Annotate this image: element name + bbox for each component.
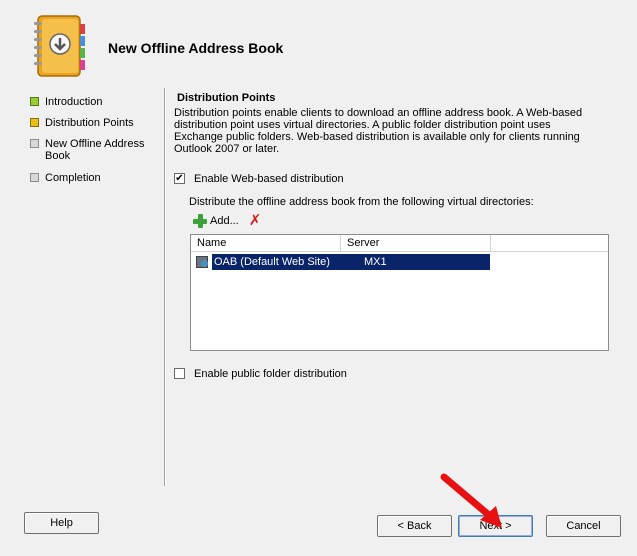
list-item[interactable]: OAB (Default Web Site) MX1	[195, 254, 490, 270]
checkmark-icon: ✔	[175, 172, 184, 184]
web-distribution-checkbox[interactable]: ✔	[174, 173, 185, 184]
address-book-icon	[30, 14, 90, 82]
vertical-divider	[164, 88, 166, 486]
virtual-directories-list[interactable]: Name Server OAB (Default Web Site) MX1	[190, 234, 609, 351]
help-button[interactable]: Help	[24, 512, 99, 534]
nav-item-distribution-points: Distribution Points	[30, 117, 134, 129]
web-distribution-label[interactable]: Enable Web-based distribution	[194, 173, 344, 185]
nav-item-label: Introduction	[45, 96, 103, 108]
remove-icon[interactable]: ✗	[249, 213, 262, 228]
add-button[interactable]: Add...	[193, 214, 239, 228]
step-current-icon	[30, 118, 39, 127]
list-header: Name Server	[191, 235, 608, 252]
virtual-directory-icon	[195, 255, 210, 269]
nav-item-new-offline-address-book: New Offline Address Book	[30, 138, 145, 162]
column-header-name[interactable]: Name	[191, 235, 341, 251]
selected-row-highlight: OAB (Default Web Site) MX1	[212, 254, 490, 270]
nav-item-introduction: Introduction	[30, 96, 102, 108]
step-pending-icon	[30, 139, 39, 148]
cancel-button[interactable]: Cancel	[546, 515, 621, 537]
nav-item-label: Completion	[45, 172, 101, 184]
section-description: Distribution points enable clients to do…	[174, 107, 583, 155]
section-title: Distribution Points	[177, 92, 276, 104]
nav-item-label: New Offline Address Book	[45, 138, 145, 162]
add-icon	[193, 214, 207, 228]
red-arrow-icon	[440, 472, 512, 532]
nav-item-completion: Completion	[30, 172, 101, 184]
public-folder-distribution-checkbox[interactable]	[174, 368, 185, 379]
wizard-title: New Offline Address Book	[108, 40, 284, 56]
row-name: OAB (Default Web Site)	[214, 256, 330, 268]
step-pending-icon	[30, 173, 39, 182]
public-folder-distribution-label[interactable]: Enable public folder distribution	[194, 368, 347, 380]
row-server: MX1	[364, 256, 387, 268]
virtual-directories-label: Distribute the offline address book from…	[189, 196, 534, 208]
column-header-server[interactable]: Server	[341, 235, 491, 251]
list-toolbar: Add... ✗	[193, 213, 262, 228]
step-complete-icon	[30, 97, 39, 106]
add-label: Add...	[210, 215, 239, 227]
nav-item-label: Distribution Points	[45, 117, 134, 129]
